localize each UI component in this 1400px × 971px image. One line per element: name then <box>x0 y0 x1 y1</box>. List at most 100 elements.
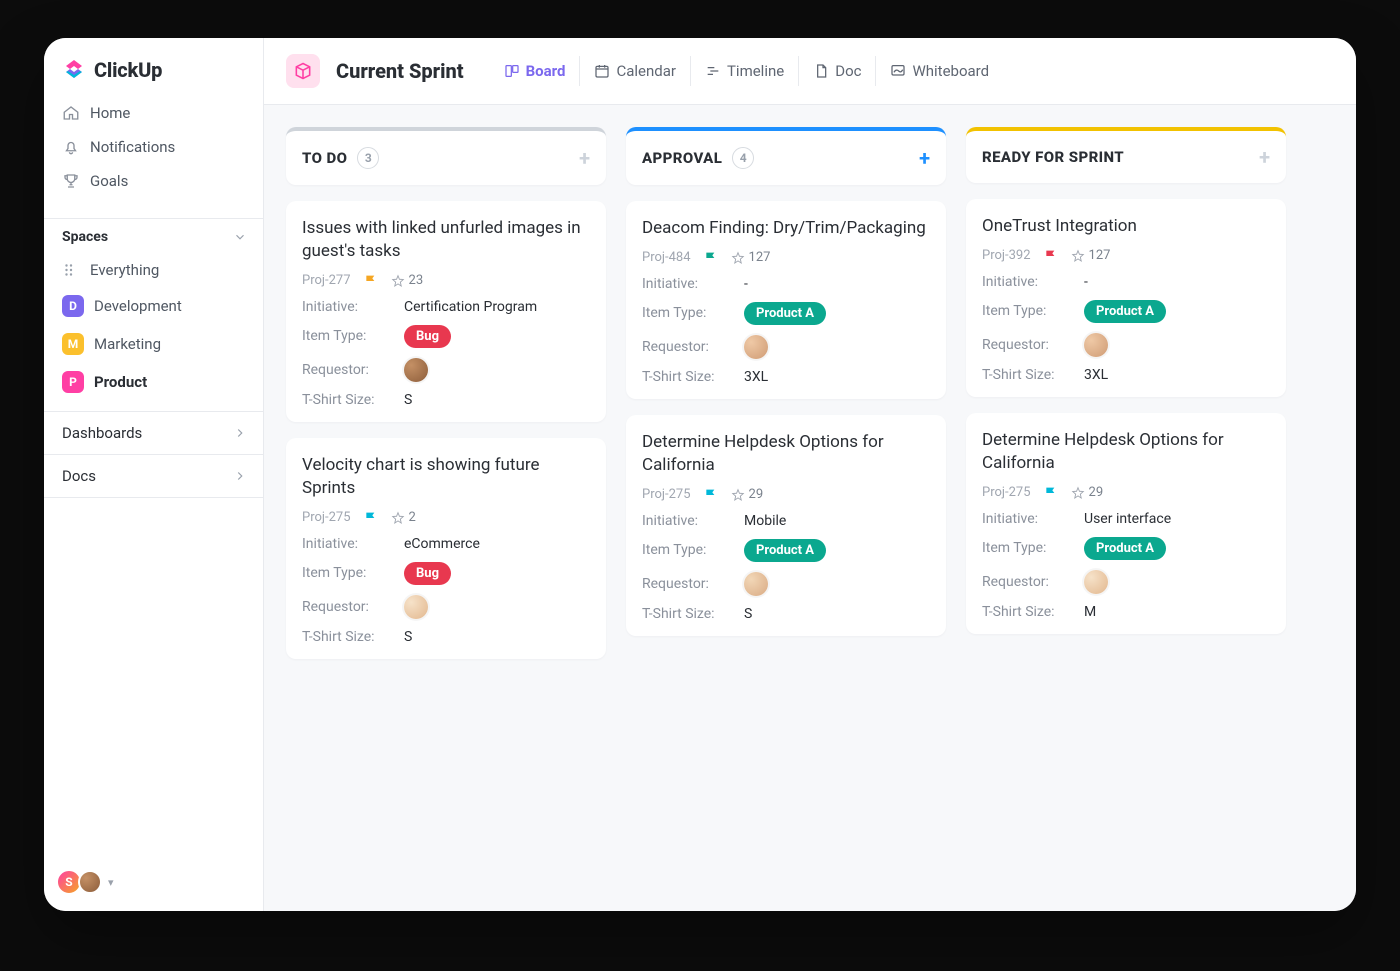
field-label: Item Type: <box>642 305 734 321</box>
card-score: 29 <box>731 487 764 502</box>
flag-icon <box>1043 485 1059 501</box>
space-label: Development <box>94 297 182 315</box>
column-header: READY FOR SPRINT + <box>966 127 1286 183</box>
column-count: 3 <box>357 147 379 169</box>
board-card[interactable]: Deacom Finding: Dry/Trim/Packaging Proj-… <box>626 201 946 399</box>
card-title: Issues with linked unfurled images in gu… <box>302 217 590 263</box>
view-label: Doc <box>835 62 861 80</box>
field-tshirt: S <box>404 629 412 645</box>
logo[interactable]: ClickUp <box>44 38 263 96</box>
column-name: READY FOR SPRINT <box>982 148 1124 166</box>
field-label: T-Shirt Size: <box>302 392 394 408</box>
nav-notifications[interactable]: Notifications <box>52 130 255 164</box>
field-label: Initiative: <box>642 513 734 529</box>
view-tab-board[interactable]: Board <box>490 56 580 86</box>
nav-label: Notifications <box>90 138 175 156</box>
requestor-avatar <box>404 595 428 619</box>
column-count: 4 <box>732 147 754 169</box>
field-item-type: Product A <box>1084 300 1166 323</box>
card-project: Proj-484 <box>642 250 691 265</box>
field-tshirt: 3XL <box>1084 367 1108 383</box>
field-label: T-Shirt Size: <box>982 604 1074 620</box>
field-label: Requestor: <box>642 339 734 355</box>
timeline-icon <box>705 63 721 79</box>
card-score: 23 <box>391 273 424 288</box>
field-label: T-Shirt Size: <box>982 367 1074 383</box>
card-score: 127 <box>1071 248 1111 263</box>
field-label: Requestor: <box>982 337 1074 353</box>
sidebar-space-product[interactable]: P Product <box>52 363 255 401</box>
nav-goals[interactable]: Goals <box>52 164 255 198</box>
field-label: Requestor: <box>642 576 734 592</box>
view-label: Whiteboard <box>912 62 989 80</box>
nav-home[interactable]: Home <box>52 96 255 130</box>
card-meta: Proj-277 23 <box>302 273 590 289</box>
sidebar-docs[interactable]: Docs <box>44 454 263 498</box>
column-name: TO DO <box>302 149 347 167</box>
field-label: Item Type: <box>642 542 734 558</box>
board-card[interactable]: Velocity chart is showing future Sprints… <box>286 438 606 659</box>
space-badge: P <box>62 371 84 393</box>
field-label: Requestor: <box>302 599 394 615</box>
field-initiative: - <box>744 276 748 292</box>
board-card[interactable]: Determine Helpdesk Options for Californi… <box>966 413 1286 634</box>
field-initiative: eCommerce <box>404 536 480 552</box>
card-meta: Proj-275 29 <box>982 485 1270 501</box>
flag-icon <box>703 487 719 503</box>
sidebar-row-label: Docs <box>62 467 96 485</box>
requestor-avatar <box>404 358 428 382</box>
field-label: Item Type: <box>302 328 394 344</box>
card-meta: Proj-275 29 <box>642 487 930 503</box>
field-item-type: Bug <box>404 562 451 585</box>
card-title: OneTrust Integration <box>982 215 1270 238</box>
field-tshirt: S <box>404 392 412 408</box>
chevron-right-icon <box>233 469 247 483</box>
sidebar-footer[interactable]: S ▾ <box>60 869 114 895</box>
field-item-type: Product A <box>744 302 826 325</box>
sidebar: ClickUp Home Notifications <box>44 38 264 911</box>
view-tab-timeline[interactable]: Timeline <box>690 56 798 86</box>
home-icon <box>62 104 80 122</box>
header: Current Sprint BoardCalendarTimelineDocW… <box>264 38 1356 105</box>
board-card[interactable]: Determine Helpdesk Options for Californi… <box>626 415 946 636</box>
view-tab-doc[interactable]: Doc <box>798 56 875 86</box>
whiteboard-icon <box>890 63 906 79</box>
field-initiative: - <box>1084 274 1088 290</box>
field-initiative: Mobile <box>744 513 786 529</box>
spaces-header[interactable]: Spaces <box>44 218 263 253</box>
nav-label: Home <box>90 104 130 122</box>
space-label: Marketing <box>94 335 161 353</box>
brand-name: ClickUp <box>94 58 162 82</box>
field-tshirt: S <box>744 606 752 622</box>
column-name: APPROVAL <box>642 149 722 167</box>
card-score: 2 <box>391 510 416 525</box>
sidebar-dashboards[interactable]: Dashboards <box>44 411 263 454</box>
view-label: Board <box>526 62 566 80</box>
requestor-avatar <box>744 572 768 596</box>
card-score: 29 <box>1071 485 1104 500</box>
card-meta: Proj-484 127 <box>642 250 930 266</box>
logo-icon <box>62 58 86 82</box>
view-tab-whiteboard[interactable]: Whiteboard <box>875 56 1003 86</box>
add-card-button[interactable]: + <box>1259 147 1270 167</box>
bell-icon <box>62 138 80 156</box>
add-card-button[interactable]: + <box>579 148 590 168</box>
board-column-ready: READY FOR SPRINT + OneTrust Integration P… <box>966 127 1286 889</box>
field-label: Initiative: <box>302 536 394 552</box>
view-label: Calendar <box>616 62 676 80</box>
space-label: Everything <box>90 261 159 279</box>
view-tab-calendar[interactable]: Calendar <box>579 56 690 86</box>
space-everything[interactable]: Everything <box>52 253 255 287</box>
sidebar-space-marketing[interactable]: M Marketing <box>52 325 255 363</box>
field-label: Requestor: <box>302 362 394 378</box>
view-tabs: Board Calendar Timeline Doc Whiteboard <box>490 56 1004 86</box>
field-label: Initiative: <box>982 274 1074 290</box>
grid-dots-icon <box>62 261 80 279</box>
board-card[interactable]: Issues with linked unfurled images in gu… <box>286 201 606 422</box>
card-meta: Proj-392 127 <box>982 248 1270 264</box>
sidebar-space-development[interactable]: D Development <box>52 287 255 325</box>
field-tshirt: M <box>1084 604 1096 620</box>
space-label: Product <box>94 373 147 391</box>
add-card-button[interactable]: + <box>919 148 930 168</box>
board-card[interactable]: OneTrust Integration Proj-392 127 Initia… <box>966 199 1286 397</box>
